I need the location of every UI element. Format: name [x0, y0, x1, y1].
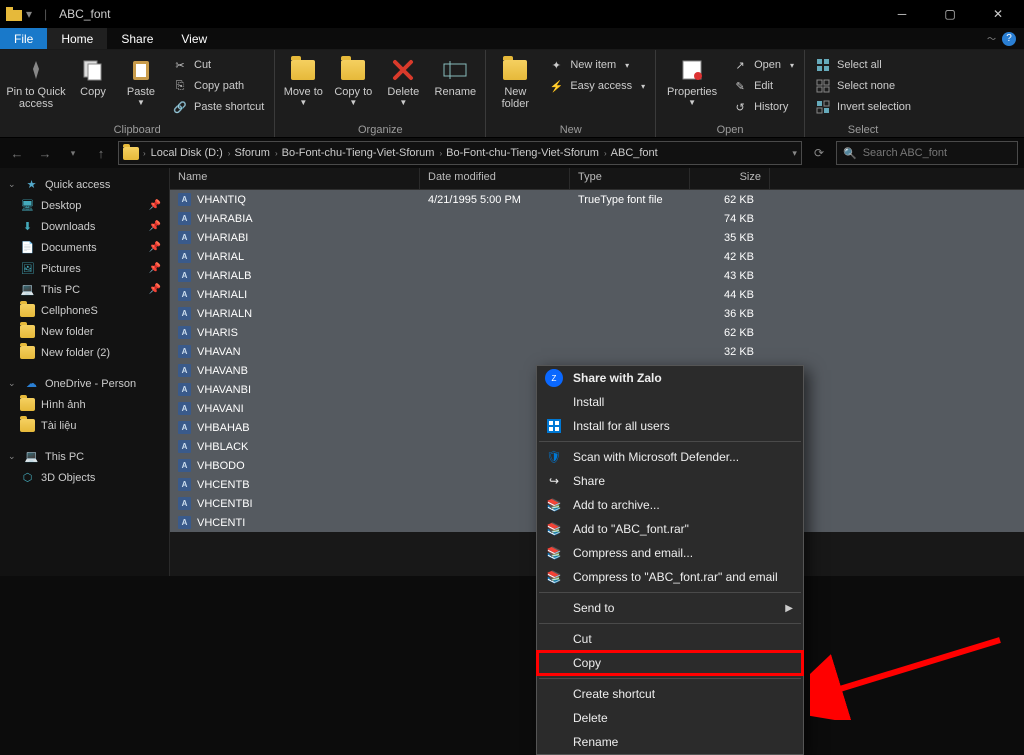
forward-button[interactable]: → — [34, 146, 56, 161]
move-to-button[interactable]: Move to▼ — [281, 52, 325, 107]
file-list: Name Date modified Type Size AVHANTIQ4/2… — [170, 168, 1024, 576]
file-row[interactable]: AVHAVAN32 KB — [170, 342, 1024, 361]
ribbon-collapse-icon[interactable]: 〜 — [987, 32, 996, 45]
delete-button[interactable]: Delete▼ — [381, 52, 425, 107]
sidebar-hinhanh[interactable]: Hình ảnh — [0, 394, 169, 415]
sidebar-downloads[interactable]: ⬇Downloads📌 — [0, 216, 169, 237]
ctx-scan[interactable]: 🛡Scan with Microsoft Defender... — [537, 445, 803, 469]
group-select: Select all Select none Invert selection … — [805, 50, 921, 137]
refresh-button[interactable]: ⟳ — [808, 146, 830, 160]
properties-button[interactable]: Properties▼ — [662, 52, 722, 107]
history-button[interactable]: ↺History — [728, 97, 798, 117]
ribbon-tabs: File Home Share View 〜 ? — [0, 28, 1024, 50]
copy-button[interactable]: Copy — [72, 52, 114, 98]
folder-icon — [6, 7, 20, 21]
file-row[interactable]: AVHARIABI35 KB — [170, 228, 1024, 247]
group-new: New folder ✦New item ▾ ⚡Easy access ▾ Ne… — [486, 50, 656, 137]
invert-selection-button[interactable]: Invert selection — [811, 97, 915, 117]
annotation-arrow — [810, 630, 1010, 720]
sidebar-cellphones[interactable]: CellphoneS — [0, 300, 169, 321]
sidebar-quick-access[interactable]: ⌄★Quick access — [0, 174, 169, 195]
sidebar-thispc2[interactable]: ⌄💻This PC — [0, 446, 169, 467]
cut-button[interactable]: ✂Cut — [168, 55, 268, 75]
col-size: Size — [690, 168, 770, 189]
address-bar: ← → ▾ ↑ ›Local Disk (D:)› Sforum› Bo-Fon… — [0, 138, 1024, 168]
search-input[interactable]: 🔍 Search ABC_font — [836, 141, 1018, 165]
group-open: Properties▼ ↗Open ▾ ✎Edit ↺History Open — [656, 50, 805, 137]
maximize-button[interactable]: ▢ — [930, 0, 970, 28]
sidebar-thispc[interactable]: 💻This PC📌 — [0, 279, 169, 300]
down-caret-icon[interactable]: ▾ — [26, 7, 32, 21]
file-row[interactable]: AVHANTIQ4/21/1995 5:00 PMTrueType font f… — [170, 190, 1024, 209]
ctx-cut[interactable]: Cut — [537, 627, 803, 651]
ctx-add-rar[interactable]: 📚Add to "ABC_font.rar" — [537, 517, 803, 541]
recent-button[interactable]: ▾ — [62, 148, 84, 159]
back-button[interactable]: ← — [6, 146, 28, 161]
ctx-install[interactable]: Install — [537, 390, 803, 414]
help-icon[interactable]: ? — [1002, 32, 1016, 46]
select-none-button[interactable]: Select none — [811, 76, 915, 96]
group-clipboard: Pin to Quick access Copy Paste ▼ ✂Cut ⎘C… — [0, 50, 275, 137]
paste-shortcut-button[interactable]: 🔗Paste shortcut — [168, 97, 268, 117]
tab-home[interactable]: Home — [47, 28, 107, 49]
ctx-copy[interactable]: Copy — [537, 651, 803, 675]
sidebar-newfolder[interactable]: New folder — [0, 321, 169, 342]
ctx-share[interactable]: ↪Share — [537, 469, 803, 493]
ctx-delete[interactable]: Delete — [537, 706, 803, 730]
ctx-rename[interactable]: Rename — [537, 730, 803, 754]
sidebar-pictures[interactable]: 🖼Pictures📌 — [0, 258, 169, 279]
context-menu: ZShare with Zalo Install Install for all… — [536, 365, 804, 755]
up-button[interactable]: ↑ — [90, 146, 112, 161]
easy-access-button[interactable]: ⚡Easy access ▾ — [544, 76, 649, 96]
file-row[interactable]: AVHARIS62 KB — [170, 323, 1024, 342]
tab-view[interactable]: View — [167, 28, 221, 49]
open-button[interactable]: ↗Open ▾ — [728, 55, 798, 75]
ctx-archive[interactable]: 📚Add to archive... — [537, 493, 803, 517]
sidebar-newfolder2[interactable]: New folder (2) — [0, 342, 169, 363]
col-name: Name — [170, 168, 420, 189]
pin-quick-access-button[interactable]: Pin to Quick access — [6, 52, 66, 110]
title-bar: ▾ | ABC_font ─ ▢ ✕ — [0, 0, 1024, 28]
paste-button[interactable]: Paste ▼ — [120, 52, 162, 107]
new-item-button[interactable]: ✦New item ▾ — [544, 55, 649, 75]
edit-button[interactable]: ✎Edit — [728, 76, 798, 96]
sidebar-tailieu[interactable]: Tài liệu — [0, 415, 169, 436]
ctx-install-all[interactable]: Install for all users — [537, 414, 803, 438]
group-organize: Move to▼ Copy to▼ Delete▼ Rename Organiz… — [275, 50, 486, 137]
col-type: Type — [570, 168, 690, 189]
ctx-compress[interactable]: 📚Compress and email... — [537, 541, 803, 565]
breadcrumb-path[interactable]: ›Local Disk (D:)› Sforum› Bo-Font-chu-Ti… — [118, 141, 802, 165]
ctx-shortcut[interactable]: Create shortcut — [537, 682, 803, 706]
sidebar-onedrive[interactable]: ⌄☁OneDrive - Person — [0, 373, 169, 394]
search-icon: 🔍 — [843, 147, 857, 160]
rename-button[interactable]: Rename — [431, 52, 479, 98]
file-row[interactable]: AVHARIALN36 KB — [170, 304, 1024, 323]
file-row[interactable]: AVHARABIA74 KB — [170, 209, 1024, 228]
file-row[interactable]: AVHARIALI44 KB — [170, 285, 1024, 304]
sidebar-3dobjects[interactable]: ⬡3D Objects — [0, 467, 169, 488]
column-headers[interactable]: Name Date modified Type Size — [170, 168, 1024, 190]
tab-file[interactable]: File — [0, 28, 47, 49]
copy-to-button[interactable]: Copy to▼ — [331, 52, 375, 107]
minimize-button[interactable]: ─ — [882, 0, 922, 28]
select-all-button[interactable]: Select all — [811, 55, 915, 75]
file-row[interactable]: AVHARIAL42 KB — [170, 247, 1024, 266]
ribbon: Pin to Quick access Copy Paste ▼ ✂Cut ⎘C… — [0, 50, 1024, 138]
window-title: ABC_font — [59, 7, 110, 21]
ctx-share-zalo[interactable]: ZShare with Zalo — [537, 366, 803, 390]
ctx-compress-rar[interactable]: 📚Compress to "ABC_font.rar" and email — [537, 565, 803, 589]
tab-share[interactable]: Share — [107, 28, 167, 49]
ctx-send-to[interactable]: Send to▶ — [537, 596, 803, 620]
sidebar: ⌄★Quick access 🖥Desktop📌 ⬇Downloads📌 📄Do… — [0, 168, 170, 576]
close-button[interactable]: ✕ — [978, 0, 1018, 28]
file-row[interactable]: AVHARIALB43 KB — [170, 266, 1024, 285]
sidebar-documents[interactable]: 📄Documents📌 — [0, 237, 169, 258]
col-date: Date modified — [420, 168, 570, 189]
new-folder-button[interactable]: New folder — [492, 52, 538, 110]
copy-path-button[interactable]: ⎘Copy path — [168, 76, 268, 96]
sidebar-desktop[interactable]: 🖥Desktop📌 — [0, 195, 169, 216]
